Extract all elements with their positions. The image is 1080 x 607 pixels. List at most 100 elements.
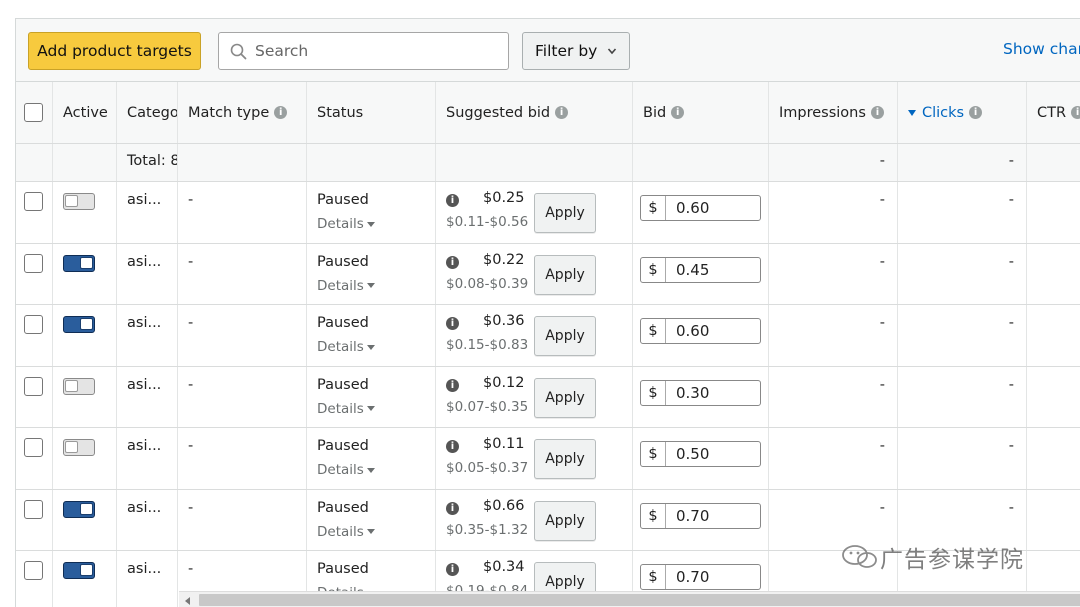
match-type-cell: - xyxy=(178,366,307,427)
details-dropdown[interactable]: Details xyxy=(317,216,375,232)
show-chart-link[interactable]: Show chart xyxy=(1003,40,1080,58)
clicks-cell: - xyxy=(898,243,1027,304)
clicks-value: - xyxy=(1008,438,1014,454)
match-type-value: - xyxy=(188,438,194,454)
toggle-knob xyxy=(65,441,78,453)
active-cell xyxy=(53,551,117,607)
header-suggested-bid[interactable]: Suggested bid i xyxy=(436,82,633,143)
active-toggle[interactable] xyxy=(63,316,95,333)
filter-by-label: Filter by xyxy=(535,42,598,60)
details-dropdown[interactable]: Details xyxy=(317,278,375,294)
row-checkbox[interactable] xyxy=(24,192,43,211)
category-cell: asi... xyxy=(117,551,178,607)
active-cell xyxy=(53,305,117,366)
bid-input[interactable]: $ 0.30 xyxy=(640,379,761,406)
bid-input[interactable]: $ 0.60 xyxy=(640,195,761,221)
row-checkbox[interactable] xyxy=(24,499,43,519)
search-box[interactable] xyxy=(218,32,509,70)
info-icon[interactable]: i xyxy=(969,106,983,119)
impressions-value: - xyxy=(879,253,885,270)
clicks-cell: - xyxy=(898,428,1027,489)
total-blank-cell xyxy=(633,144,769,181)
header-status[interactable]: Status xyxy=(307,82,436,143)
active-toggle[interactable] xyxy=(63,377,95,395)
status-value: Paused xyxy=(317,561,369,577)
details-dropdown[interactable]: Details xyxy=(317,339,375,355)
info-icon[interactable]: i xyxy=(446,317,459,330)
info-icon[interactable]: i xyxy=(446,501,459,515)
ctr-cell xyxy=(1027,428,1080,489)
info-icon[interactable]: i xyxy=(555,106,569,119)
details-dropdown[interactable]: Details xyxy=(317,462,375,478)
info-icon[interactable]: i xyxy=(446,440,459,453)
header-active[interactable]: Active xyxy=(53,82,117,143)
apply-button[interactable]: Apply xyxy=(534,254,596,295)
bid-input[interactable]: $ 0.60 xyxy=(640,318,761,344)
impressions-cell: - xyxy=(769,243,898,304)
active-toggle[interactable] xyxy=(63,193,95,210)
search-input[interactable] xyxy=(255,39,495,63)
apply-button[interactable]: Apply xyxy=(534,439,596,479)
impressions-cell: - xyxy=(769,428,898,489)
caret-down-icon xyxy=(366,406,375,411)
apply-button[interactable]: Apply xyxy=(534,377,596,418)
search-icon xyxy=(230,43,247,60)
total-row: Total: 8 - - xyxy=(16,144,1080,182)
ctr-cell xyxy=(1027,367,1080,428)
header-bid[interactable]: Bid i xyxy=(633,82,769,143)
details-dropdown[interactable]: Details xyxy=(317,524,375,540)
toggle-knob xyxy=(65,195,78,207)
currency-symbol: $ xyxy=(641,503,666,528)
details-dropdown[interactable]: Details xyxy=(317,401,375,417)
impressions-value: - xyxy=(879,376,885,393)
apply-button[interactable]: Apply xyxy=(534,316,596,356)
impressions-cell: - xyxy=(769,366,898,427)
info-icon[interactable]: i xyxy=(446,378,459,392)
bid-input[interactable]: $ 0.50 xyxy=(640,441,761,467)
filter-by-button[interactable]: Filter by xyxy=(522,32,630,70)
apply-button[interactable]: Apply xyxy=(534,500,596,541)
bid-input[interactable]: $ 0.70 xyxy=(640,564,761,590)
suggested-bid-value: $0.34 xyxy=(483,559,525,575)
info-icon[interactable]: i xyxy=(446,194,459,207)
row-checkbox[interactable] xyxy=(24,376,43,396)
add-product-targets-button[interactable]: Add product targets xyxy=(28,32,201,70)
info-icon[interactable]: i xyxy=(870,106,884,119)
header-impressions[interactable]: Impressions i xyxy=(769,82,898,143)
impressions-value: - xyxy=(879,499,885,516)
bid-input[interactable]: $ 0.45 xyxy=(640,256,761,283)
category-value: asi... xyxy=(127,192,162,208)
total-label-cell: Total: 8 xyxy=(117,144,178,181)
suggested-bid-value: $0.11 xyxy=(483,436,525,452)
status-cell: Paused Details xyxy=(307,489,436,550)
scrollbar-thumb[interactable] xyxy=(199,594,1080,606)
row-checkbox[interactable] xyxy=(24,438,43,457)
toolbar: Add product targets Filter by Show chart xyxy=(16,19,1080,82)
row-checkbox[interactable] xyxy=(24,253,43,273)
currency-symbol: $ xyxy=(641,380,666,405)
header-clicks[interactable]: Clicks i xyxy=(898,82,1027,143)
match-type-value: - xyxy=(188,192,194,208)
active-toggle[interactable] xyxy=(63,562,95,579)
category-cell: asi... xyxy=(117,366,178,427)
active-toggle[interactable] xyxy=(63,500,95,518)
match-type-value: - xyxy=(188,253,194,270)
bid-input[interactable]: $ 0.70 xyxy=(640,502,761,529)
header-ctr[interactable]: CTR i xyxy=(1027,82,1080,143)
info-icon[interactable]: i xyxy=(446,255,459,269)
scroll-left-icon[interactable] xyxy=(185,597,190,605)
active-toggle[interactable] xyxy=(63,254,95,272)
info-icon[interactable]: i xyxy=(274,106,288,119)
info-icon[interactable]: i xyxy=(671,106,685,119)
row-checkbox[interactable] xyxy=(24,315,43,334)
info-icon[interactable]: i xyxy=(446,563,459,576)
apply-button[interactable]: Apply xyxy=(534,193,596,233)
header-match-type[interactable]: Match type i xyxy=(178,82,307,143)
select-all-checkbox[interactable] xyxy=(24,103,43,122)
horizontal-scrollbar[interactable] xyxy=(179,591,1080,607)
info-icon[interactable]: i xyxy=(1071,106,1080,119)
header-category[interactable]: Category xyxy=(117,82,178,143)
row-checkbox[interactable] xyxy=(24,561,43,580)
active-toggle[interactable] xyxy=(63,439,95,456)
bid-value: 0.60 xyxy=(676,199,710,217)
